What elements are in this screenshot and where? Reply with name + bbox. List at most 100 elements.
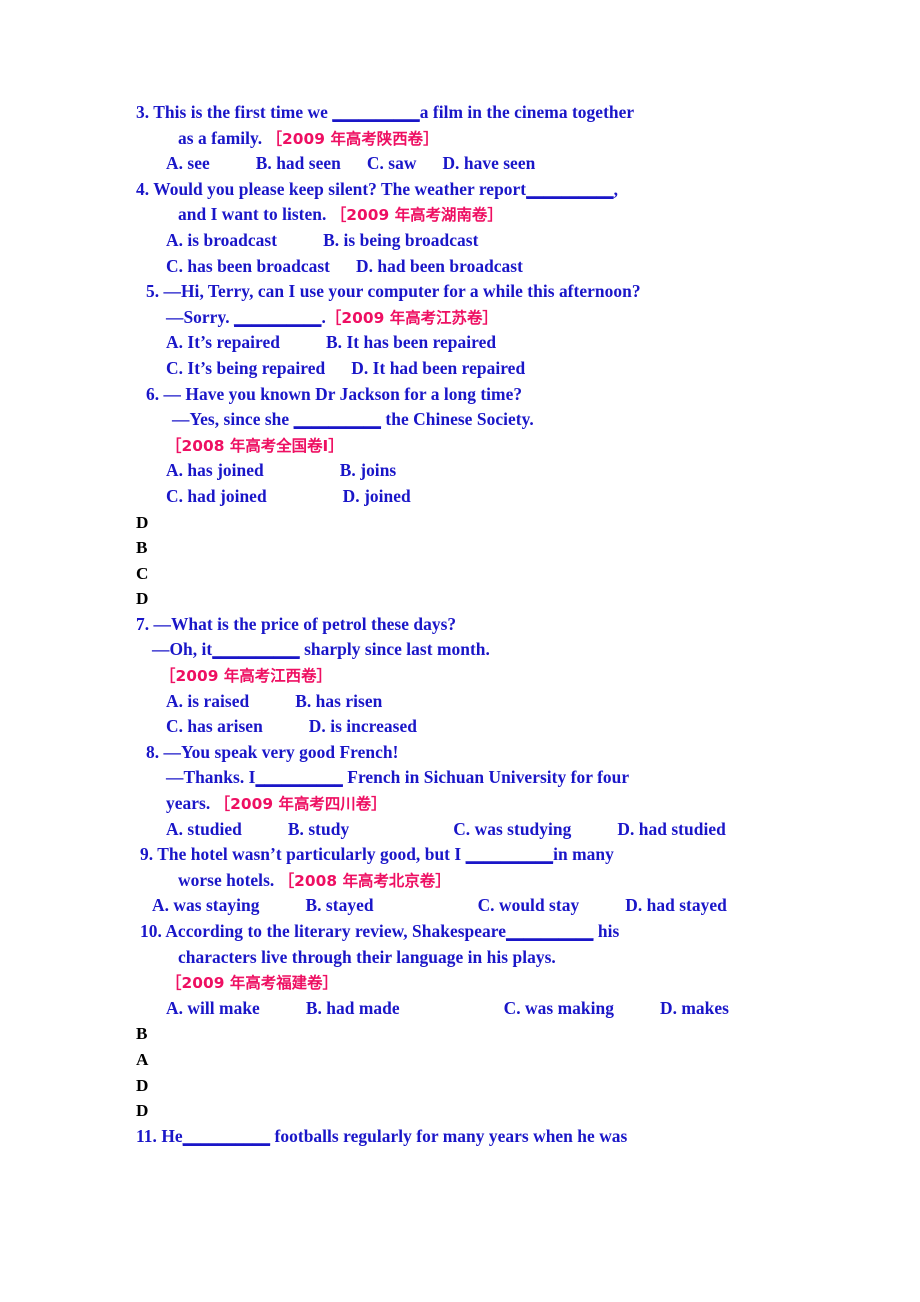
answer-letter: C xyxy=(136,563,149,583)
answer-letter: A xyxy=(136,1049,149,1069)
question-4-text-a: 4. Would you please keep silent? The wea… xyxy=(136,178,527,199)
option-d[interactable]: D. makes xyxy=(660,998,729,1018)
question-8-line-1: 8. —You speak very good French! xyxy=(0,740,920,766)
option-b[interactable]: B. stayed xyxy=(305,895,373,915)
option-a[interactable]: A. It’s repaired xyxy=(166,332,280,352)
question-10-line-1: 10. According to the literary review, Sh… xyxy=(0,919,920,945)
answer-blank: __________ xyxy=(234,306,322,327)
question-3-line-1: 3. This is the first time we __________a… xyxy=(0,100,920,126)
answer-letter: D xyxy=(136,589,149,609)
question-10-text-b: his xyxy=(593,921,620,941)
question-7-text-a: 7. —What is the price of petrol these da… xyxy=(136,613,457,634)
question-8-line-3: years. ［2009 年高考四川卷］ xyxy=(0,791,920,817)
option-d[interactable]: D. had been broadcast xyxy=(356,256,523,276)
option-c[interactable]: C. has been broadcast xyxy=(166,256,330,276)
question-6-line-1: 6. — Have you known Dr Jackson for a lon… xyxy=(0,382,920,408)
option-b[interactable]: B. has risen xyxy=(295,691,382,711)
question-5-line-1: 5. —Hi, Terry, can I use your computer f… xyxy=(0,279,920,305)
question-4-line-1: 4. Would you please keep silent? The wea… xyxy=(0,177,920,203)
option-b[interactable]: B. had made xyxy=(306,998,400,1018)
option-a[interactable]: A. has joined xyxy=(166,460,264,480)
question-6-options-row-1: A. has joined B. joins xyxy=(0,458,920,484)
question-6-text-a: 6. — Have you known Dr Jackson for a lon… xyxy=(146,383,523,404)
question-4-options-row-1: A. is broadcast B. is being broadcast xyxy=(0,228,920,254)
exam-source-label: ［2009 年高考福建卷］ xyxy=(166,974,338,993)
option-d[interactable]: D. had stayed xyxy=(625,895,727,915)
option-b[interactable]: B. study xyxy=(288,819,349,839)
answer-key-item: D xyxy=(0,586,920,612)
question-9-text-b: in many xyxy=(553,844,614,865)
worksheet-content: 3. This is the first time we __________a… xyxy=(0,100,920,1149)
option-b[interactable]: B. is being broadcast xyxy=(323,230,478,250)
option-a[interactable]: A. studied xyxy=(166,819,242,839)
exam-source-label: ［2009 年高考江西卷］ xyxy=(160,667,332,686)
option-d[interactable]: D. It had been repaired xyxy=(351,358,525,378)
answer-key-item: D xyxy=(0,510,920,536)
option-a[interactable]: A. see xyxy=(166,153,210,173)
question-4-text-c: and I want to listen. xyxy=(178,204,327,225)
option-c[interactable]: C. saw xyxy=(367,153,417,173)
question-6-line-2: —Yes, since she __________ the Chinese S… xyxy=(0,407,920,433)
question-10-line-2: characters live through their language i… xyxy=(0,945,920,971)
option-d[interactable]: D. have seen xyxy=(442,153,535,173)
question-10-text-c: characters live through their language i… xyxy=(178,946,556,967)
question-4-options-row-2: C. has been broadcast D. had been broadca… xyxy=(0,254,920,280)
option-a[interactable]: A. will make xyxy=(166,998,260,1018)
answer-key-item: D xyxy=(0,1073,920,1099)
question-6-text-b: —Yes, since she xyxy=(172,409,294,430)
answer-key-item: D xyxy=(0,1098,920,1124)
question-4-text-b: , xyxy=(613,178,619,199)
answer-letter: B xyxy=(136,538,148,558)
question-7-line-2: —Oh, it__________ sharply since last mon… xyxy=(0,637,920,663)
option-a[interactable]: A. is broadcast xyxy=(166,230,277,250)
answer-key-item: A xyxy=(0,1047,920,1073)
answer-blank: __________ xyxy=(182,1125,271,1146)
option-a[interactable]: A. was staying xyxy=(152,895,259,915)
question-6-text-c: the Chinese Society. xyxy=(381,409,534,430)
question-11-text-a: 11. He xyxy=(136,1125,183,1146)
option-c[interactable]: C. would stay xyxy=(478,895,580,915)
option-d[interactable]: D. joined xyxy=(343,486,411,506)
option-b[interactable]: B. It has been repaired xyxy=(326,332,496,352)
option-c[interactable]: C. was making xyxy=(504,998,614,1018)
question-5-options-row-2: C. It’s being repaired D. It had been rep… xyxy=(0,356,920,382)
question-6-line-3: ［2008 年高考全国卷Ⅰ］ xyxy=(0,433,920,459)
option-c[interactable]: C. has arisen xyxy=(166,716,263,736)
question-7-text-b: —Oh, it xyxy=(152,639,213,660)
question-10-text-a: 10. According to the literary review, Sh… xyxy=(140,921,506,941)
exam-source-label: ［2009 年高考四川卷］ xyxy=(214,795,387,814)
question-8-text-d: years. xyxy=(166,793,211,814)
option-d[interactable]: D. had studied xyxy=(617,819,725,839)
option-c[interactable]: C. was studying xyxy=(453,819,571,839)
question-5-text-a: 5. —Hi, Terry, can I use your computer f… xyxy=(146,281,641,302)
question-8-text-a: 8. —You speak very good French! xyxy=(146,741,399,762)
question-3-text-b: a film in the cinema together xyxy=(419,102,635,122)
question-10-options: A. will make B. had made C. was making D. m… xyxy=(0,996,920,1022)
exam-source-label: ［2008 年高考北京卷］ xyxy=(278,871,451,890)
question-3-text-c: as a family. xyxy=(178,127,263,148)
answer-letter: B xyxy=(136,1024,148,1044)
option-c[interactable]: C. had joined xyxy=(166,486,267,506)
option-b[interactable]: B. had seen xyxy=(256,153,341,173)
option-d[interactable]: D. is increased xyxy=(309,716,417,736)
question-3-options: A. see B. had seen C. saw D. have seen xyxy=(0,151,920,177)
question-3-text-a: 3. This is the first time we xyxy=(136,102,333,122)
question-9-line-2: worse hotels. ［2008 年高考北京卷］ xyxy=(0,868,920,894)
question-9-text-c: worse hotels. xyxy=(178,869,275,890)
question-6-options-row-2: C. had joined D. joined xyxy=(0,484,920,510)
option-a[interactable]: A. is raised xyxy=(166,691,249,711)
question-7-options-row-2: C. has arisen D. is increased xyxy=(0,714,920,740)
answer-blank: __________ xyxy=(332,102,420,122)
question-8-options: A. studied B. study C. was studying D. had … xyxy=(0,817,920,843)
exam-source-label: ［2009 年高考江苏卷］ xyxy=(325,308,498,327)
question-8-line-2: —Thanks. I__________ French in Sichuan U… xyxy=(0,765,920,791)
question-10-line-3: ［2009 年高考福建卷］ xyxy=(0,970,920,996)
answer-letter: D xyxy=(136,1075,149,1095)
question-9-options: A. was staying B. stayed C. would stay D. h… xyxy=(0,893,920,919)
answer-key-item: B xyxy=(0,535,920,561)
answer-blank: __________ xyxy=(212,639,300,660)
question-4-line-2: and I want to listen. ［2009 年高考湖南卷］ xyxy=(0,202,920,228)
question-11-text-b: footballs regularly for many years when … xyxy=(270,1125,628,1146)
option-c[interactable]: C. It’s being repaired xyxy=(166,358,325,378)
option-b[interactable]: B. joins xyxy=(340,460,396,480)
